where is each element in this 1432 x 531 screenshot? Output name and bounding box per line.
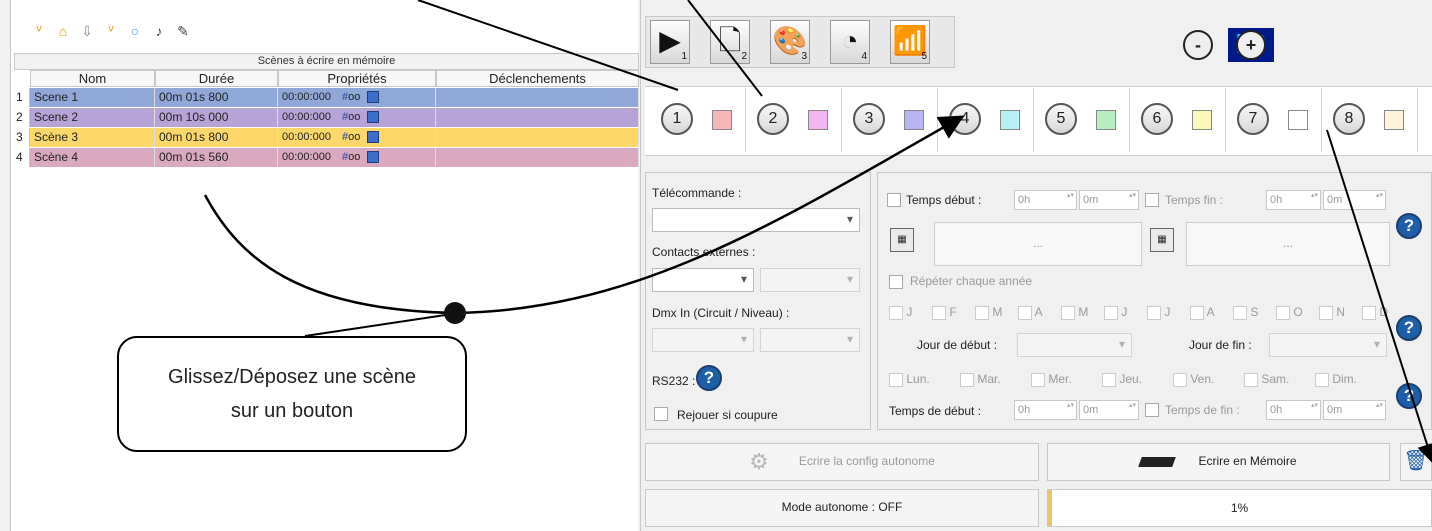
drag-path-arrow: [454, 115, 965, 315]
callout-line-1: Glissez/Déposez une scène: [168, 366, 416, 388]
drag-path-start: [203, 194, 456, 315]
pointer-line-3: [1326, 129, 1432, 464]
pointer-line-1: [417, 0, 679, 91]
callout-line-2: sur un bouton: [230, 400, 354, 422]
drag-drop-callout: Glissez/Déposez une scène sur un bouton: [117, 336, 467, 452]
drag-path-dot: [444, 302, 466, 324]
pointer-line-2: [687, 0, 763, 97]
callout-pointer: [304, 313, 453, 337]
